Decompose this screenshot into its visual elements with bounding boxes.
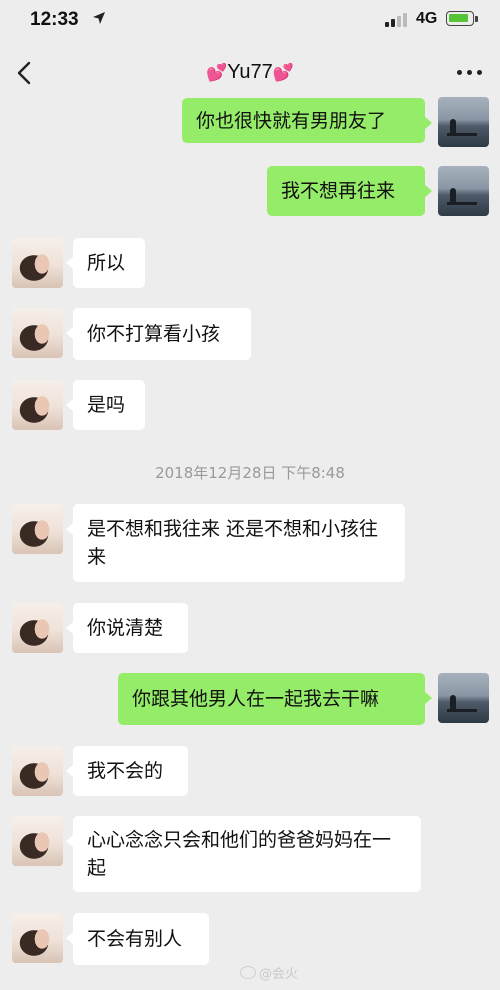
message-bubble-sent[interactable]: 我不想再往来: [267, 166, 432, 216]
message-text: 你不打算看小孩: [87, 323, 221, 345]
avatar-contact[interactable]: [12, 913, 63, 963]
watermark-text: @会火: [259, 967, 299, 982]
message-text: 是不想和我往来 还是不想和小孩往来: [87, 518, 379, 568]
message-text: 心心念念只会和他们的爸爸妈妈在一起: [87, 829, 392, 879]
message-bubble-received[interactable]: 心心念念只会和他们的爸爸妈妈在一起: [66, 816, 421, 892]
avatar-contact[interactable]: [12, 816, 63, 866]
message-text: 你说清楚: [87, 617, 164, 639]
avatar-contact[interactable]: [12, 746, 63, 796]
chat-header: 💕Yu77💕: [0, 48, 500, 100]
network-type: 4G: [416, 10, 438, 27]
message-text: 是吗: [87, 394, 126, 416]
message-bubble-received[interactable]: 我不会的: [66, 746, 188, 796]
message-text: 所以: [87, 252, 126, 274]
message-bubble-received[interactable]: 你不打算看小孩: [66, 308, 251, 360]
message-bubble-received[interactable]: 你说清楚: [66, 603, 188, 653]
message-timestamp: 2018年12月28日 下午8:48: [155, 464, 345, 482]
signal-icon: [385, 13, 411, 27]
message-bubble-sent[interactable]: 你也很快就有男朋友了: [182, 98, 432, 143]
message-bubble-sent[interactable]: 你跟其他男人在一起我去干嘛: [118, 673, 432, 725]
avatar-me[interactable]: [438, 166, 489, 216]
heart-right: 💕: [272, 63, 294, 82]
chat-title-text: Yu77: [227, 61, 273, 83]
watermark: @会火: [240, 963, 298, 982]
weibo-logo-icon: [240, 966, 256, 979]
battery-icon: [446, 11, 474, 26]
message-text: 我不想再往来: [281, 180, 396, 202]
status-bar: 12:33 4G: [0, 0, 500, 42]
message-text: 你也很快就有男朋友了: [196, 109, 387, 132]
message-bubble-received[interactable]: 是不想和我往来 还是不想和小孩往来: [66, 504, 405, 582]
more-dots-icon[interactable]: [455, 66, 485, 78]
avatar-me[interactable]: [438, 673, 489, 723]
message-text: 不会有别人: [87, 928, 183, 950]
heart-left: 💕: [206, 63, 228, 82]
status-time: 12:33: [30, 9, 79, 30]
message-text: 你跟其他男人在一起我去干嘛: [132, 688, 380, 710]
message-text: 我不会的: [87, 760, 164, 782]
avatar-contact[interactable]: [12, 380, 63, 430]
message-bubble-received[interactable]: 不会有别人: [66, 913, 209, 965]
avatar-contact[interactable]: [12, 504, 63, 554]
avatar-contact[interactable]: [12, 308, 63, 358]
avatar-me[interactable]: [438, 97, 489, 147]
message-bubble-received[interactable]: 所以: [66, 238, 145, 288]
avatar-contact[interactable]: [12, 603, 63, 653]
message-bubble-received[interactable]: 是吗: [66, 380, 145, 430]
chat-title: 💕Yu77💕: [0, 61, 500, 84]
avatar-contact[interactable]: [12, 238, 63, 288]
location-arrow-icon: [93, 12, 105, 24]
